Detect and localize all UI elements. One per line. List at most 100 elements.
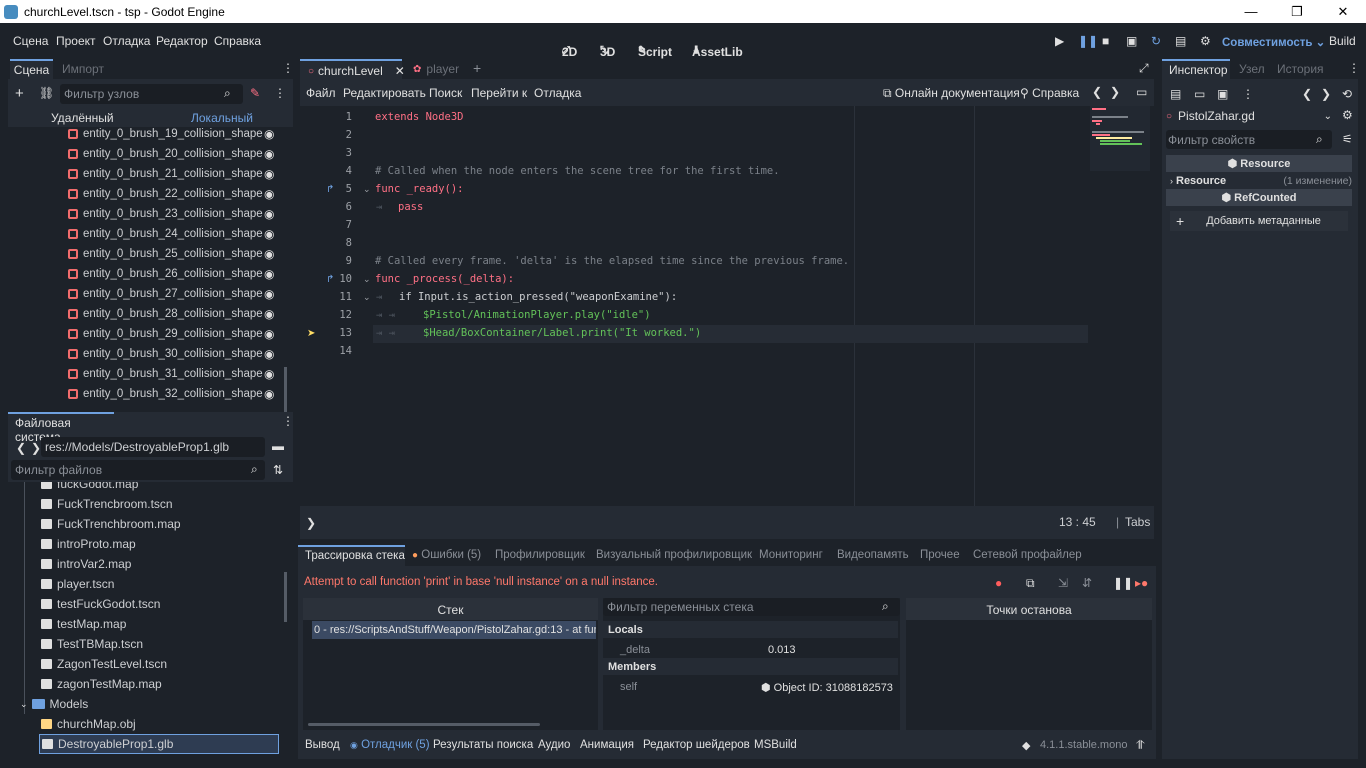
- file-item[interactable]: fuckGodot.map: [41, 482, 138, 494]
- distraction-free-icon[interactable]: ⤢: [1139, 61, 1149, 76]
- indent-mode[interactable]: Tabs: [1125, 515, 1150, 529]
- tab-profiler[interactable]: Профилировщик: [495, 549, 585, 561]
- record-breakpoints-icon[interactable]: ●: [995, 576, 1002, 590]
- tree-node[interactable]: entity_0_brush_31_collision_shape ◉: [8, 364, 278, 384]
- tree-node[interactable]: entity_0_brush_28_collision_shape ◉: [8, 304, 278, 324]
- visibility-eye-icon[interactable]: ◉: [264, 387, 274, 401]
- visibility-eye-icon[interactable]: ◉: [264, 267, 274, 281]
- file-item[interactable]: zagonTestMap.map: [41, 674, 162, 694]
- script-menu-file[interactable]: Файл: [306, 86, 336, 100]
- fold-arrow-icon[interactable]: ⌄: [363, 184, 371, 195]
- tab-misc[interactable]: Прочее: [920, 549, 960, 561]
- dock-menu-icon[interactable]: ⋮: [282, 414, 294, 428]
- code-minimap[interactable]: [1090, 106, 1150, 171]
- script-menu-edit[interactable]: Редактировать: [343, 86, 426, 100]
- visibility-eye-icon[interactable]: ◉: [264, 227, 274, 241]
- file-item[interactable]: testMap.map: [41, 614, 126, 634]
- locals-section[interactable]: Locals: [603, 621, 898, 638]
- step-into-icon[interactable]: ⇲: [1058, 576, 1068, 590]
- tree-node[interactable]: entity_0_brush_27_collision_shape ◉: [8, 284, 278, 304]
- tab-errors[interactable]: ● Ошибки (5): [412, 549, 481, 561]
- menu-scene[interactable]: Сцена: [13, 34, 48, 48]
- file-item[interactable]: churchMap.obj: [41, 714, 136, 734]
- file-item[interactable]: FuckTrenchbroom.map: [41, 514, 181, 534]
- stack-frame-row[interactable]: 0 - res://ScriptsAndStuff/Weapon/PistolZ…: [312, 621, 596, 639]
- tab-monitors[interactable]: Мониторинг: [759, 549, 823, 561]
- movie-icon[interactable]: ▤: [1175, 34, 1186, 48]
- var-value[interactable]: 0.013: [768, 644, 796, 656]
- bottom-tab-debugger[interactable]: ◉ Отладчик (5): [350, 739, 430, 751]
- maximize-button[interactable]: ❐: [1274, 0, 1320, 23]
- visibility-eye-icon[interactable]: ◉: [264, 327, 274, 341]
- remote-tab[interactable]: Удалённый: [51, 111, 114, 125]
- help-button[interactable]: ⚲ Справка: [1020, 86, 1079, 100]
- back-icon[interactable]: ❮: [1092, 85, 1102, 99]
- local-tab[interactable]: Локальный: [191, 111, 253, 125]
- tab-churchlevel[interactable]: ○ churchLevel ✕: [300, 59, 405, 79]
- open-resource-icon[interactable]: ▭: [1194, 87, 1205, 101]
- tab-video-ram[interactable]: Видеопамять: [837, 549, 909, 561]
- tree-node[interactable]: entity_0_brush_19_collision_shape ◉: [8, 124, 278, 144]
- tree-node[interactable]: entity_0_brush_30_collision_shape ◉: [8, 344, 278, 364]
- object-id-link[interactable]: ⬢ Object ID: 31088182573: [761, 681, 893, 694]
- tree-node[interactable]: entity_0_brush_22_collision_shape ◉: [8, 184, 278, 204]
- tree-node[interactable]: entity_0_brush_25_collision_shape ◉: [8, 244, 278, 264]
- reload-icon[interactable]: ↻: [1151, 34, 1161, 48]
- script-menu-goto[interactable]: Перейти к: [471, 86, 527, 100]
- tab-stack-trace[interactable]: Трассировка стека: [298, 545, 405, 566]
- resource-group[interactable]: › Resource (1 изменение): [1170, 174, 1352, 188]
- tab-player[interactable]: ✿ player: [413, 62, 459, 76]
- tree-node[interactable]: entity_0_brush_20_collision_shape ◉: [8, 144, 278, 164]
- save-resource-icon[interactable]: ▣: [1217, 87, 1228, 101]
- fold-arrow-icon[interactable]: ⌄: [363, 292, 371, 303]
- visibility-eye-icon[interactable]: ◉: [264, 207, 274, 221]
- sort-icon[interactable]: ⇅: [273, 463, 283, 477]
- tab-scene[interactable]: Сцена: [10, 59, 53, 79]
- file-item[interactable]: introVar2.map: [41, 554, 131, 574]
- file-item[interactable]: introProto.map: [41, 534, 136, 554]
- step-over-icon[interactable]: ⇵: [1082, 576, 1092, 590]
- stack-hscrollbar[interactable]: [308, 723, 540, 726]
- members-section[interactable]: Members: [603, 658, 898, 675]
- visibility-eye-icon[interactable]: ◉: [264, 127, 274, 141]
- continue-icon[interactable]: ▸●: [1135, 576, 1148, 590]
- new-resource-icon[interactable]: ▤: [1170, 87, 1181, 101]
- visibility-eye-icon[interactable]: ◉: [264, 347, 274, 361]
- visibility-eye-icon[interactable]: ◉: [264, 187, 274, 201]
- visibility-eye-icon[interactable]: ◉: [264, 147, 274, 161]
- add-tab-icon[interactable]: +: [473, 60, 481, 76]
- toggle-scripts-panel-icon[interactable]: ▭: [1136, 85, 1147, 99]
- dock-menu-icon[interactable]: ⋮: [282, 61, 294, 75]
- forward-icon[interactable]: ❯: [1321, 87, 1331, 101]
- bottom-tab-search-results[interactable]: Результаты поиска: [433, 739, 533, 751]
- file-item[interactable]: testFuckGodot.tscn: [41, 594, 160, 614]
- node-filter-input[interactable]: Фильтр узлов ⌕: [60, 84, 243, 104]
- bottom-tab-animation[interactable]: Анимация: [580, 739, 634, 751]
- split-view-icon[interactable]: ▬: [272, 439, 284, 453]
- visibility-eye-icon[interactable]: ◉: [264, 247, 274, 261]
- tree-node[interactable]: entity_0_brush_29_collision_shape ◉: [8, 324, 278, 344]
- close-button[interactable]: ✕: [1320, 0, 1366, 23]
- object-settings-icon[interactable]: ⚙: [1342, 108, 1353, 122]
- online-docs-button[interactable]: ⧉ Онлайн документация: [883, 86, 1020, 101]
- add-metadata-button[interactable]: + Добавить метаданные: [1170, 211, 1348, 231]
- visibility-eye-icon[interactable]: ◉: [264, 307, 274, 321]
- file-item-selected[interactable]: DestroyableProp1.glb: [39, 734, 279, 754]
- expand-panel-icon[interactable]: ⥣: [1136, 738, 1145, 753]
- toggle-scripts-icon[interactable]: ❯: [306, 516, 316, 530]
- build-button[interactable]: Build: [1329, 34, 1356, 48]
- close-tab-icon[interactable]: ✕: [395, 64, 405, 78]
- stop-icon[interactable]: ■: [1102, 34, 1109, 48]
- break-icon[interactable]: ❚❚: [1113, 576, 1133, 590]
- tree-node[interactable]: entity_0_brush_32_collision_shape ◉: [8, 384, 278, 404]
- file-item[interactable]: ZagonTestLevel.tscn: [41, 654, 167, 674]
- script-attach-icon[interactable]: ✎: [250, 86, 260, 100]
- script-menu-search[interactable]: Поиск: [429, 86, 462, 100]
- tab-import[interactable]: Импорт: [62, 62, 104, 76]
- tree-node[interactable]: entity_0_brush_23_collision_shape ◉: [8, 204, 278, 224]
- folder-item[interactable]: ⌄ Models: [20, 694, 88, 714]
- bottom-tab-msbuild[interactable]: MSBuild: [754, 739, 797, 751]
- tab-visual-profiler[interactable]: Визуальный профилировщик: [596, 549, 752, 561]
- menu-project[interactable]: Проект: [56, 34, 96, 48]
- pause-icon[interactable]: ❚❚: [1078, 34, 1098, 48]
